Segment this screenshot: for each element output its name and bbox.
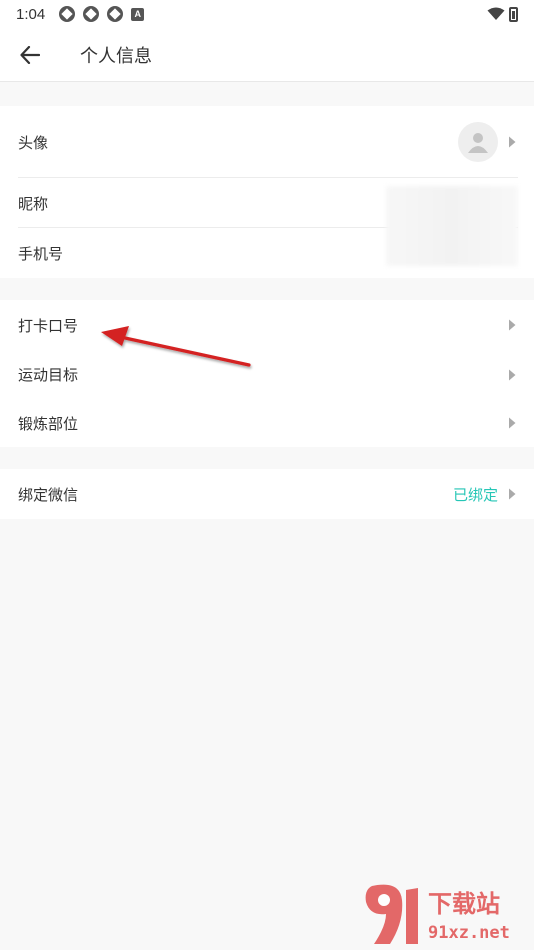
- bind-wechat-right: 已绑定: [453, 484, 516, 505]
- chevron-right-icon: [509, 319, 516, 331]
- chevron-right-icon: [509, 488, 516, 500]
- status-right: [487, 6, 518, 22]
- wechat-group: 绑定微信 已绑定: [0, 469, 534, 519]
- phone-label: 手机号: [18, 244, 64, 263]
- chevron-right-icon: [509, 369, 516, 380]
- status-bar: 1:04 A: [0, 0, 534, 28]
- profile-group: 头像 昵称 手机号: [0, 106, 534, 278]
- settings-item-label: 运动目标: [18, 366, 79, 384]
- settings-item-goal[interactable]: 运动目标: [0, 350, 534, 399]
- status-time: 1:04: [16, 5, 46, 23]
- redacted-info: [386, 186, 518, 266]
- back-button[interactable]: [0, 28, 60, 82]
- app-notification-icon: A: [131, 7, 145, 21]
- avatar-label: 头像: [18, 133, 49, 152]
- settings-item-label: 打卡口号: [18, 316, 79, 335]
- settings-item-label: 锻炼部位: [18, 414, 79, 433]
- avatar-row-right: [458, 122, 516, 162]
- page-title: 个人信息: [80, 45, 152, 67]
- nickname-label: 昵称: [18, 194, 49, 213]
- avatar-row[interactable]: 头像: [0, 106, 534, 178]
- watermark-brand: 下载站: [428, 890, 500, 918]
- wifi-icon: [487, 7, 505, 20]
- settings-item-right: [508, 319, 516, 331]
- notification-icon: [59, 6, 76, 22]
- chevron-right-icon: [509, 136, 516, 148]
- bind-wechat-label: 绑定微信: [18, 485, 79, 504]
- wechat-status: 已绑定: [452, 485, 498, 504]
- avatar[interactable]: [458, 122, 498, 162]
- watermark-logo: 下载站 91xz.net: [365, 884, 510, 944]
- watermark-domain: 91xz.net: [428, 923, 510, 943]
- settings-group: 打卡口号 运动目标 锻炼部位: [0, 300, 534, 447]
- settings-item-body-part[interactable]: 锻炼部位: [0, 399, 534, 447]
- settings-item-right: [508, 417, 516, 429]
- app-header: 个人信息: [0, 28, 534, 82]
- settings-item-slogan[interactable]: 打卡口号: [0, 300, 534, 350]
- chevron-right-icon: [509, 417, 516, 429]
- user-icon: [468, 133, 488, 153]
- settings-item-right: [508, 369, 516, 381]
- notification-icon: [83, 6, 100, 22]
- battery-icon: [509, 6, 518, 22]
- status-left: 1:04 A: [16, 5, 145, 23]
- bind-wechat-row[interactable]: 绑定微信 已绑定: [0, 469, 534, 519]
- back-arrow-icon: [20, 45, 40, 64]
- notification-icon: [107, 6, 124, 22]
